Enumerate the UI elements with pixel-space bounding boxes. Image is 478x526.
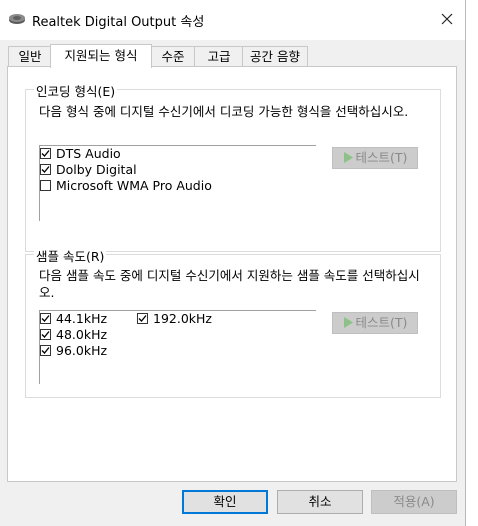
rate-44-label: 44.1kHz xyxy=(56,311,108,326)
list-item[interactable]: 48.0kHz xyxy=(40,327,107,343)
title-bar: Realtek Digital Output 속성 xyxy=(0,0,465,40)
encoding-format-title: 인코딩 형식(E) xyxy=(34,81,118,100)
sample-rate-description: 다음 샘플 속도 중에 디지털 수신기에서 지원하는 샘플 속도를 선택하십시오… xyxy=(39,268,420,300)
close-icon xyxy=(441,13,453,25)
apply-button[interactable]: 적용(A) xyxy=(371,490,457,514)
rate-96-label: 96.0kHz xyxy=(56,343,108,358)
rate-192-checkbox[interactable] xyxy=(137,313,148,324)
list-item[interactable]: Dolby Digital xyxy=(40,162,137,178)
rate-48-label: 48.0kHz xyxy=(56,327,108,342)
encoding-format-group: 인코딩 형식(E) 다음 형식 중에 디지털 수신기에서 디코딩 가능한 형식을… xyxy=(25,81,441,252)
sample-rate-test-label: 테스트(T) xyxy=(355,315,408,330)
tab-advanced[interactable]: 고급 xyxy=(194,46,244,67)
rate-192-label: 192.0kHz xyxy=(153,311,212,326)
play-icon xyxy=(343,152,353,163)
speaker-icon xyxy=(8,13,26,25)
rate-48-checkbox[interactable] xyxy=(40,329,51,340)
list-item[interactable]: Microsoft WMA Pro Audio xyxy=(40,178,212,194)
wma-pro-audio-checkbox[interactable] xyxy=(40,180,51,191)
checkmark-icon xyxy=(41,150,50,157)
tab-levels[interactable]: 수준 xyxy=(150,46,196,67)
encoding-format-description: 다음 형식 중에 디지털 수신기에서 디코딩 가능한 형식을 선택하십시오. xyxy=(39,104,409,119)
list-item[interactable]: 44.1kHz xyxy=(40,311,107,327)
tab-panel: 인코딩 형식(E) 다음 형식 중에 디지털 수신기에서 디코딩 가능한 형식을… xyxy=(7,66,457,482)
wma-pro-audio-label: Microsoft WMA Pro Audio xyxy=(56,178,212,193)
play-icon xyxy=(343,317,353,328)
dts-audio-checkbox[interactable] xyxy=(40,148,51,159)
checkmark-icon xyxy=(41,331,50,338)
sample-rate-group: 샘플 속도(R) 다음 샘플 속도 중에 디지털 수신기에서 지원하는 샘플 속… xyxy=(25,246,441,398)
cancel-button[interactable]: 취소 xyxy=(277,490,363,514)
list-item[interactable]: 192.0kHz xyxy=(137,311,212,327)
ok-button[interactable]: 확인 xyxy=(182,490,268,514)
rate-44-checkbox[interactable] xyxy=(40,313,51,324)
checkmark-icon xyxy=(138,315,147,322)
rate-96-checkbox[interactable] xyxy=(40,345,51,356)
list-item[interactable]: 96.0kHz xyxy=(40,343,107,359)
tab-supported-formats[interactable]: 지원되는 형식 xyxy=(50,44,152,68)
list-item[interactable]: DTS Audio xyxy=(40,146,121,162)
background-edge xyxy=(466,0,478,526)
tab-spatial-sound[interactable]: 공간 음향 xyxy=(242,46,308,67)
dts-audio-label: DTS Audio xyxy=(56,146,121,161)
window-title: Realtek Digital Output 속성 xyxy=(32,15,205,30)
close-button[interactable] xyxy=(432,8,462,32)
dolby-digital-checkbox[interactable] xyxy=(40,164,51,175)
properties-dialog: Realtek Digital Output 속성 일반 지원되는 형식 수준 … xyxy=(0,0,466,526)
checkmark-icon xyxy=(41,166,50,173)
tab-general[interactable]: 일반 xyxy=(8,46,52,67)
encoding-test-button[interactable]: 테스트(T) xyxy=(332,147,418,169)
sample-rate-test-button[interactable]: 테스트(T) xyxy=(332,312,418,334)
checkmark-icon xyxy=(41,347,50,354)
sample-rate-title: 샘플 속도(R) xyxy=(34,246,107,265)
dolby-digital-label: Dolby Digital xyxy=(56,162,137,177)
encoding-test-label: 테스트(T) xyxy=(355,150,408,165)
checkmark-icon xyxy=(41,315,50,322)
